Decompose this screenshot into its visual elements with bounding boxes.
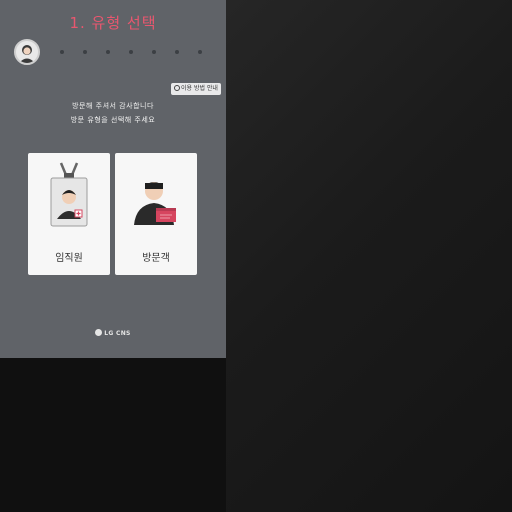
background-dark-area	[226, 0, 512, 512]
step-dot	[175, 50, 179, 54]
help-icon	[174, 85, 180, 91]
visitor-icon	[115, 153, 197, 237]
step-dot	[129, 50, 133, 54]
step-progress	[14, 39, 214, 65]
employee-badge-icon	[28, 153, 110, 237]
kiosk-screen: 1. 유형 선택 이용 방법 안내 방문해 주셔서 감사합니다 방문 유형을 선…	[0, 0, 226, 358]
instruction-line-2: 방문 유형을 선택해 주세요	[70, 116, 156, 124]
step-dot	[152, 50, 156, 54]
visitor-option-card[interactable]: 방문객	[115, 153, 197, 275]
step-dot	[60, 50, 64, 54]
visitor-option-label: 방문객	[142, 253, 170, 264]
employee-option-card[interactable]: 임직원	[28, 153, 110, 275]
help-button[interactable]: 이용 방법 안내	[171, 83, 221, 95]
instruction-line-1: 방문해 주셔서 감사합니다	[72, 102, 154, 110]
current-step-avatar-icon	[14, 39, 40, 65]
step-dot	[83, 50, 87, 54]
page-title: 1. 유형 선택	[69, 14, 157, 32]
lg-logo-icon	[95, 329, 103, 336]
step-dot	[106, 50, 110, 54]
brand-footer: LG CNS	[0, 329, 226, 337]
background-dark-area-bottom	[0, 358, 226, 512]
help-button-label: 이용 방법 안내	[181, 85, 218, 92]
brand-name: LG CNS	[104, 330, 131, 337]
step-dot	[198, 50, 202, 54]
employee-option-label: 임직원	[55, 253, 83, 264]
